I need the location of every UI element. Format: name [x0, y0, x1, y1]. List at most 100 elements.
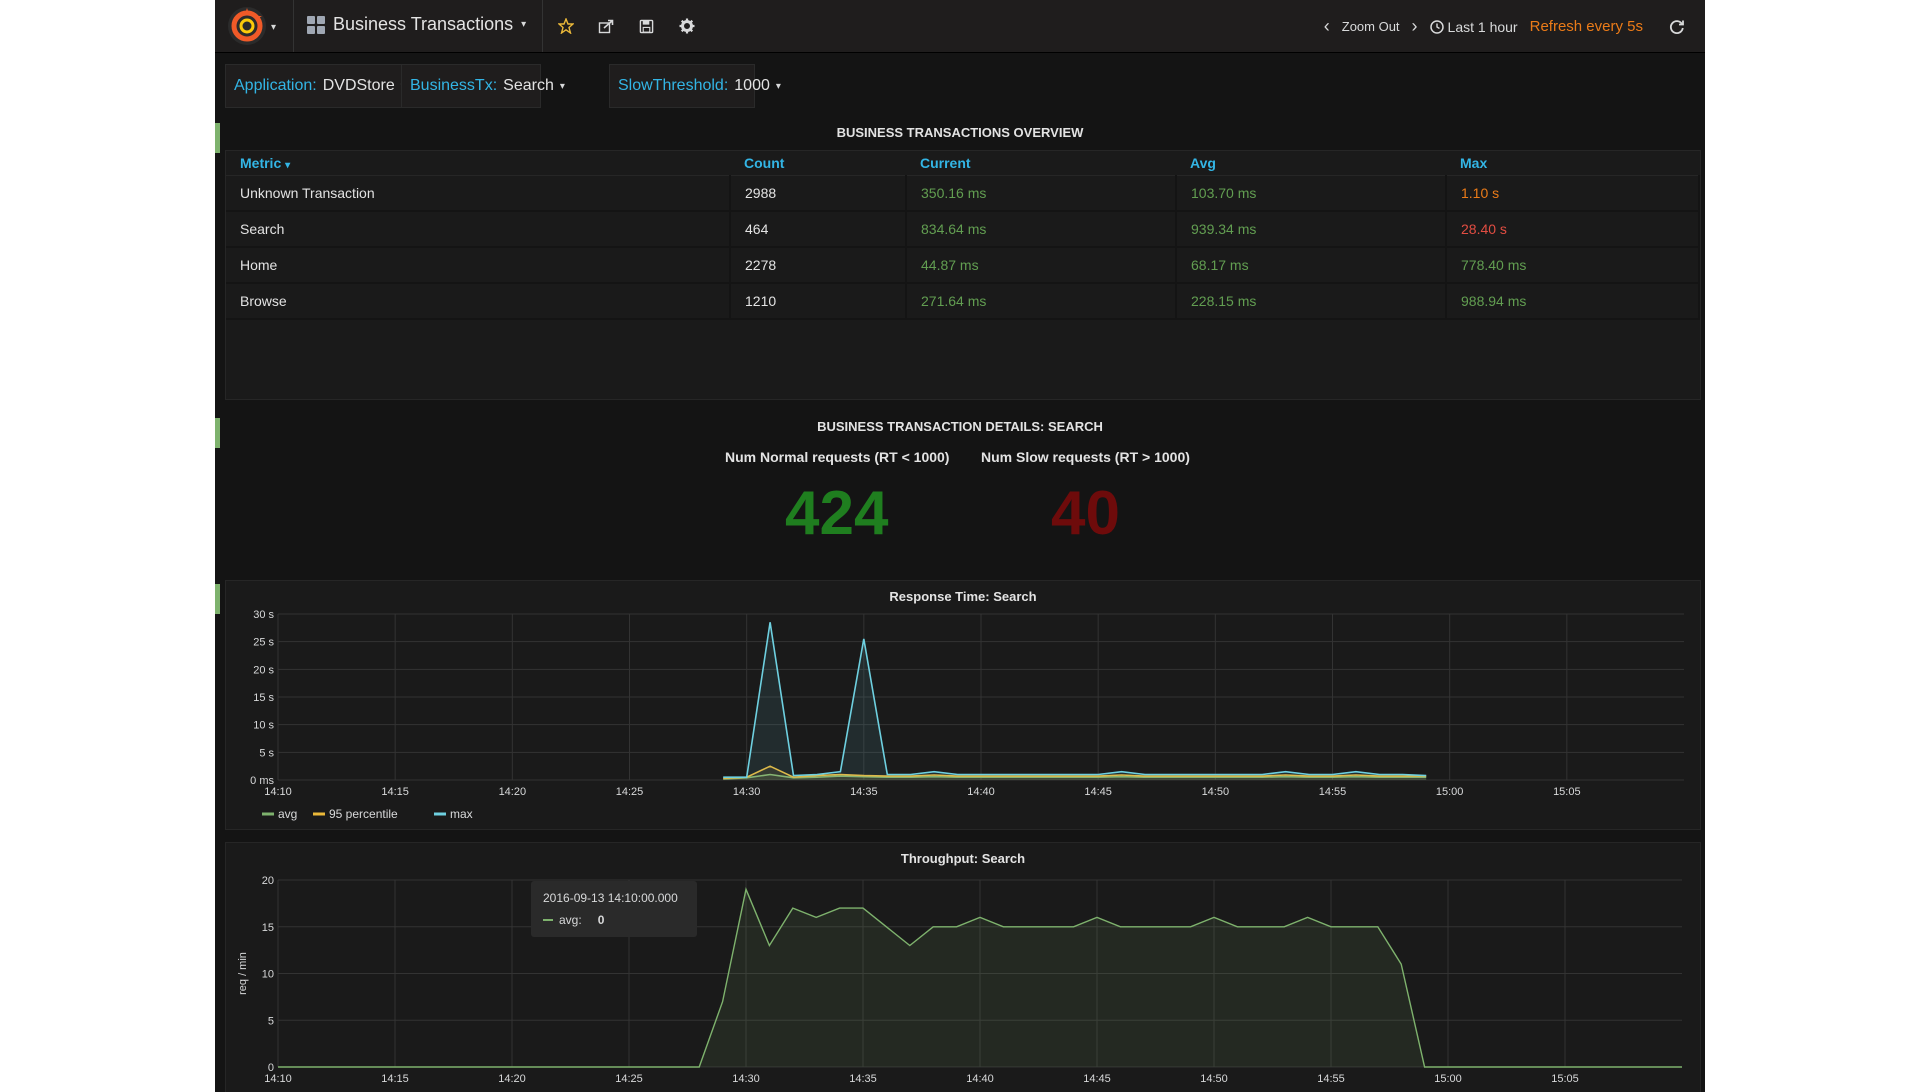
time-picker[interactable]: Last 1 hour	[1429, 19, 1518, 35]
star-icon	[558, 18, 574, 34]
share-icon	[598, 19, 614, 34]
table-row: Search 464 834.64 ms 939.34 ms 28.40 s	[226, 211, 1700, 248]
avg-cell: 939.34 ms	[1176, 211, 1447, 248]
count-cell: 464	[730, 211, 907, 248]
tooltip-label: avg:	[559, 913, 582, 927]
count-cell: 2278	[730, 247, 907, 284]
x-tick-label: 14:50	[1202, 786, 1230, 798]
y-tick-label: 5	[268, 1015, 274, 1027]
table-row: Unknown Transaction 2988 350.16 ms 103.70 m…	[226, 175, 1700, 212]
variable-slowthreshold[interactable]: SlowThreshold: 1000 ▾	[609, 64, 781, 108]
star-button[interactable]	[554, 14, 578, 38]
response-time-chart: Response Time: Search0 ms5 s10 s15 s20 s…	[250, 589, 1684, 821]
variable-label: Application:	[234, 77, 317, 94]
variable-application[interactable]: Application: DVDStore ▾	[225, 64, 407, 108]
grafana-logo-icon[interactable]	[227, 6, 267, 46]
x-tick-label: 15:00	[1436, 786, 1464, 798]
table-header-row: Metric ▾ Count Current Avg Max	[226, 151, 1699, 176]
top-navbar: ▾ Business Transactions ▾ ‹ Zoom Out › L…	[215, 0, 1705, 53]
sort-down-icon: ▾	[285, 160, 291, 171]
overview-table: Metric ▾ Count Current Avg Max Unknown T…	[226, 151, 1700, 320]
x-tick-label: 15:00	[1434, 1073, 1462, 1085]
throughput-chart: Throughput: Search 0 5 10 15 20 14:10 14:15 14:2…	[237, 851, 1682, 1085]
table-row: Home 2278 44.87 ms 68.17 ms 778.40 ms	[226, 247, 1700, 284]
series-fill-max	[723, 622, 1427, 780]
y-tick-label: 20 s	[253, 664, 274, 676]
variable-value: DVDStore	[322, 77, 395, 94]
x-tick-label: 15:05	[1553, 786, 1581, 798]
x-tick-label: 14:40	[967, 786, 995, 798]
variable-value: Search	[503, 77, 554, 94]
metric-cell: Home	[226, 247, 731, 284]
share-button[interactable]	[594, 14, 618, 38]
graph-tooltip: 2016-09-13 14:10:00.000 avg: 0	[531, 881, 697, 937]
avg-cell: 103.70 ms	[1176, 175, 1447, 212]
clock-icon	[1429, 19, 1444, 34]
max-cell: 1.10 s	[1446, 175, 1700, 212]
column-header-max[interactable]: Max	[1446, 151, 1699, 176]
x-tick-label: 14:15	[381, 786, 409, 798]
current-cell: 834.64 ms	[906, 211, 1177, 248]
settings-button[interactable]	[675, 14, 699, 38]
x-tick-label: 14:35	[850, 786, 878, 798]
x-tick-label: 14:25	[616, 786, 644, 798]
tooltip-value: 0	[597, 913, 605, 927]
y-tick-label: 10 s	[253, 720, 274, 732]
x-tick-label: 14:20	[498, 1073, 526, 1085]
variable-label: SlowThreshold:	[618, 77, 729, 94]
x-tick-label: 14:40	[966, 1073, 994, 1085]
current-cell: 350.16 ms	[906, 175, 1177, 212]
time-controls: ‹ Zoom Out › Last 1 hour Refresh every 5…	[1324, 16, 1685, 37]
tooltip-swatch	[543, 919, 553, 921]
chart-title: Response Time: Search	[889, 589, 1036, 604]
count-cell: 2988	[730, 175, 907, 212]
max-cell: 28.40 s	[1446, 211, 1700, 248]
logo-caret-icon[interactable]: ▾	[271, 22, 276, 33]
navbar-divider	[293, 0, 294, 52]
avg-cell: 68.17 ms	[1176, 247, 1447, 284]
x-tick-label: 14:10	[264, 786, 292, 798]
column-header-metric[interactable]: Metric ▾	[226, 151, 730, 176]
variable-label: BusinessTx:	[410, 77, 498, 94]
response-time-panel: Response Time: Search 0 ms 5 s 10 s 15 s 20 s…	[225, 580, 1701, 830]
chevron-right-icon[interactable]: ›	[1412, 16, 1418, 37]
refresh-icon[interactable]	[1669, 19, 1685, 35]
chevron-left-icon[interactable]: ‹	[1324, 16, 1330, 37]
tooltip-series: avg: 0	[543, 913, 604, 927]
y-tick-label: 5 s	[259, 747, 274, 759]
refresh-interval-label[interactable]: Refresh every 5s	[1530, 18, 1643, 35]
column-header-current[interactable]: Current	[906, 151, 1176, 176]
series-line-max	[723, 622, 1427, 778]
chevron-down-icon: ▾	[775, 80, 781, 92]
x-tick-label: 14:50	[1200, 1073, 1228, 1085]
overview-table-panel: Metric ▾ Count Current Avg Max Unknown T…	[225, 150, 1701, 400]
x-tick-label: 15:05	[1551, 1073, 1579, 1085]
x-tick-label: 14:55	[1317, 1073, 1345, 1085]
x-tick-label: 14:25	[615, 1073, 643, 1085]
x-tick-label: 14:35	[849, 1073, 877, 1085]
column-header-count[interactable]: Count	[730, 151, 906, 176]
x-tick-label: 14:30	[732, 1073, 760, 1085]
legend-item: 95 percentile	[329, 807, 398, 821]
row-collapse-handle[interactable]	[215, 584, 220, 614]
y-tick-label: 25 s	[253, 637, 274, 649]
x-tick-label: 14:15	[381, 1073, 409, 1085]
metric-cell: Search	[226, 211, 731, 248]
save-button[interactable]	[634, 14, 658, 38]
x-tick-label: 14:45	[1083, 1073, 1111, 1085]
throughput-panel: Throughput: Search 0 5 10 15 20 14:10 14:15 14:2…	[225, 842, 1701, 1092]
save-icon	[639, 19, 653, 33]
x-tick-label: 14:45	[1084, 786, 1112, 798]
dashboard-picker[interactable]: Business Transactions ▾	[307, 14, 526, 35]
variable-businesstx[interactable]: BusinessTx: Search ▾	[401, 64, 565, 108]
current-cell: 44.87 ms	[906, 247, 1177, 284]
legend-item: max	[450, 807, 473, 821]
dashboard-title: Business Transactions	[333, 14, 514, 34]
max-cell: 988.94 ms	[1446, 283, 1700, 320]
slow-requests-value: 40	[1051, 479, 1120, 548]
chevron-down-icon: ▾	[559, 80, 565, 92]
overview-panel-title: BUSINESS TRANSACTIONS OVERVIEW	[836, 125, 1084, 140]
table-row: Browse 1210 271.64 ms 228.15 ms 988.94 ms	[226, 283, 1700, 320]
zoom-out-button[interactable]: Zoom Out	[1342, 19, 1400, 34]
column-header-avg[interactable]: Avg	[1176, 151, 1446, 176]
